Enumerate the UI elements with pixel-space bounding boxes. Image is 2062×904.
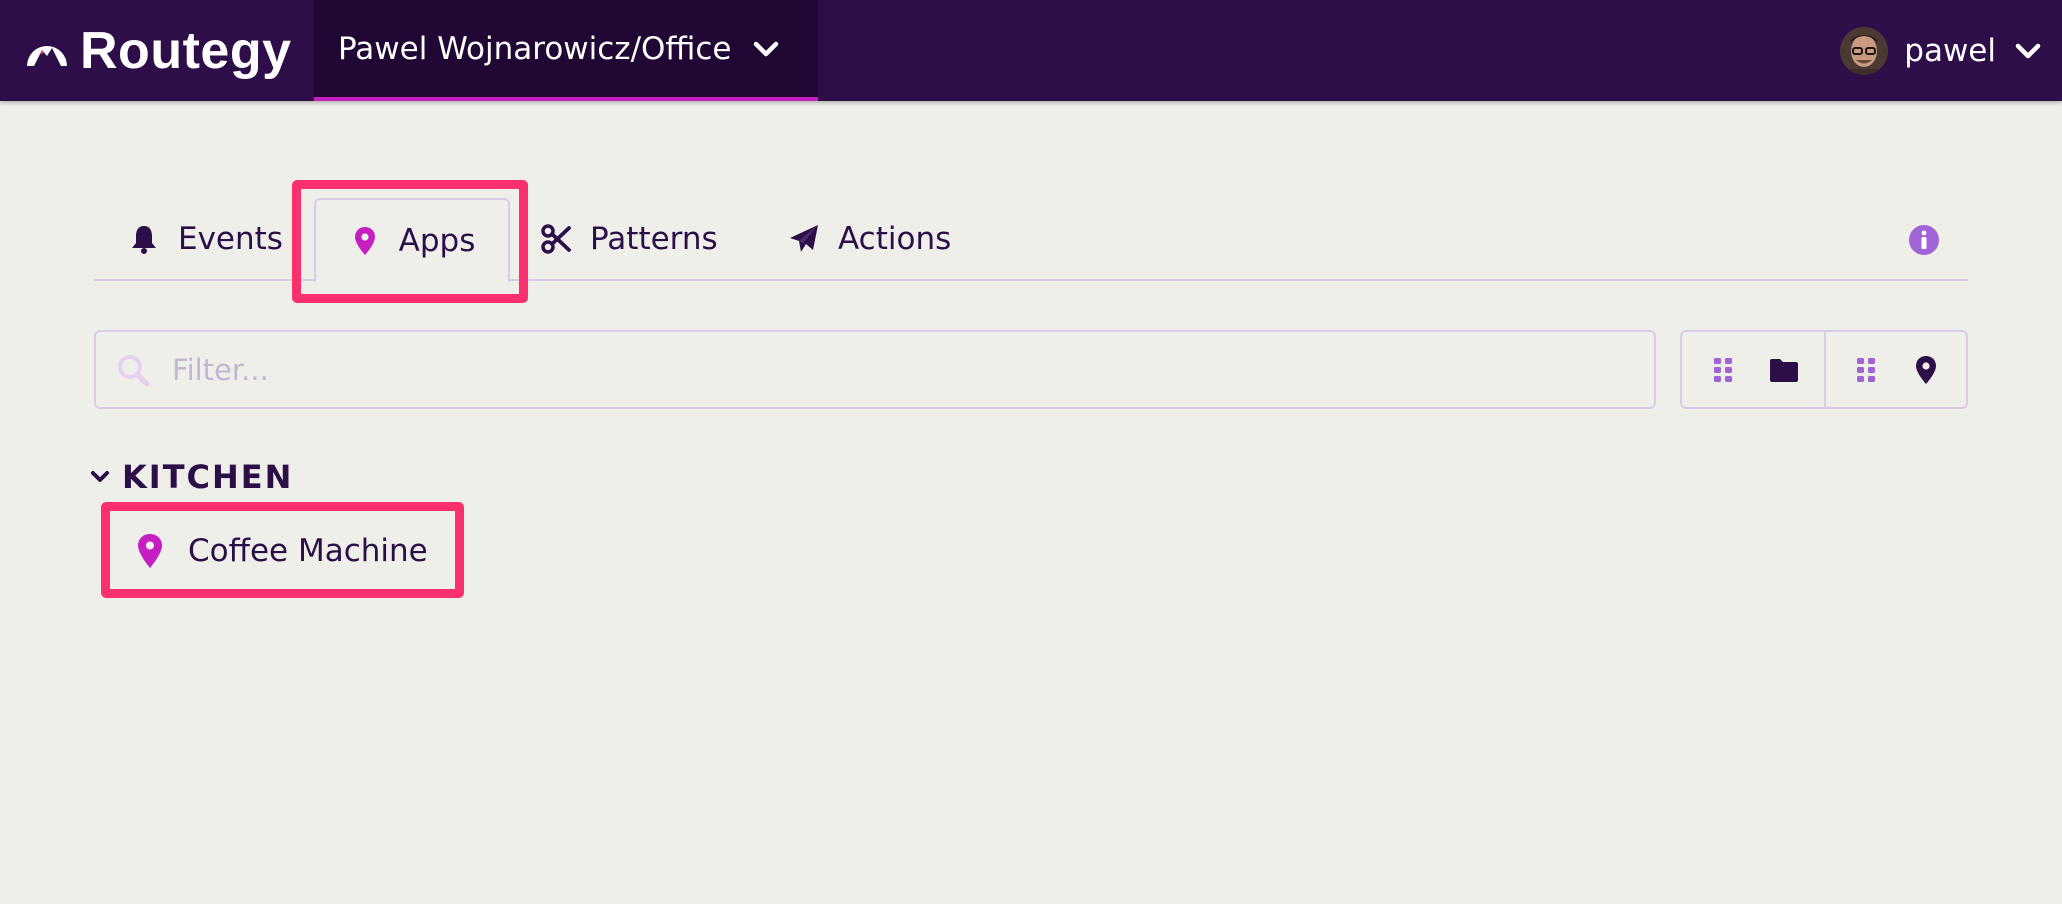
list-item-label: Coffee Machine	[188, 533, 428, 569]
map-pin-icon	[1916, 355, 1936, 384]
group-by-folder-toggle[interactable]	[1682, 332, 1824, 407]
org-switcher[interactable]: Pawel Wojnarowicz/Office	[314, 0, 818, 101]
search-icon	[118, 354, 150, 386]
tab-apps[interactable]: Apps	[314, 198, 510, 282]
view-toggle-group	[1680, 330, 1968, 409]
list-item[interactable]: Coffee Machine	[136, 528, 428, 574]
chevron-down-icon	[753, 41, 778, 56]
user-name: pawel	[1904, 32, 1996, 69]
folder-icon	[1769, 358, 1798, 382]
user-menu[interactable]: pawel	[1840, 0, 2042, 101]
tab-patterns[interactable]: Patterns	[540, 198, 718, 280]
grid-icon	[1857, 357, 1875, 382]
paper-plane-icon	[790, 225, 818, 252]
tab-patterns-label: Patterns	[590, 221, 718, 257]
map-pin-icon	[354, 227, 375, 255]
brand-name: Routegy	[80, 22, 292, 80]
scissors-icon	[541, 224, 571, 254]
logo-mark-icon	[27, 46, 67, 66]
main-tabs: Events Apps Patterns Actions	[94, 180, 1968, 282]
info-icon[interactable]	[1908, 224, 1940, 256]
bell-icon	[132, 226, 156, 254]
brand-logo[interactable]: Routegy	[24, 18, 292, 84]
tab-actions-label: Actions	[838, 221, 952, 257]
filter-input[interactable]	[172, 352, 1572, 387]
user-avatar	[1840, 26, 1889, 75]
tab-actions[interactable]: Actions	[788, 198, 951, 280]
org-switcher-label: Pawel Wojnarowicz/Office	[338, 30, 732, 67]
chevron-down-icon	[91, 471, 109, 482]
filter-box	[94, 330, 1656, 409]
tab-apps-label: Apps	[398, 223, 476, 259]
grid-icon	[1713, 357, 1732, 382]
group-by-location-toggle[interactable]	[1824, 332, 1966, 407]
top-bar: Routegy Pawel Wojnarowicz/Office pawel	[0, 0, 2062, 101]
group-title: KITCHEN	[122, 458, 294, 496]
tab-events[interactable]: Events	[128, 198, 283, 280]
tab-events-label: Events	[178, 221, 283, 257]
group-header-kitchen[interactable]: KITCHEN	[90, 458, 293, 496]
chevron-down-icon	[2015, 43, 2041, 58]
map-pin-icon	[138, 534, 162, 568]
